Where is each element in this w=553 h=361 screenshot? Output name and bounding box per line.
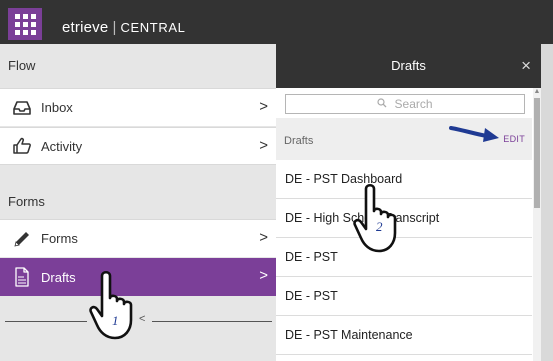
- nav-item-label: Inbox: [41, 100, 73, 115]
- nav-item-label: Drafts: [41, 269, 76, 285]
- thumbs-up-icon: [11, 137, 33, 155]
- annotation-step-1: 1: [112, 313, 119, 328]
- forms-heading: Forms: [8, 194, 45, 209]
- nav-item-label: Forms: [41, 231, 78, 246]
- chevron-right-icon: >: [259, 137, 268, 154]
- chevron-right-icon: >: [259, 98, 268, 115]
- drawer-scrollbar[interactable]: ▲: [533, 88, 541, 361]
- chevron-right-icon: >: [259, 267, 268, 284]
- pencil-icon: [11, 230, 33, 248]
- annotation-step-2: 2: [376, 219, 383, 234]
- close-icon[interactable]: ×: [521, 44, 531, 88]
- brand-product: CENTRAL: [120, 20, 186, 35]
- drawer-title: Drafts: [391, 58, 426, 73]
- grid-icon[interactable]: [8, 8, 42, 40]
- pointer-hand-icon: 2: [352, 183, 414, 260]
- brand-logo: etrieve | CENTRAL: [62, 19, 185, 36]
- nav-item-forms[interactable]: Forms >: [0, 219, 276, 257]
- document-icon: [11, 267, 33, 287]
- brand-separator: |: [112, 19, 117, 36]
- draft-item[interactable]: DE - PST Maintenance: [276, 316, 532, 355]
- pointer-hand-icon: 1: [88, 270, 150, 347]
- pager-line-left: [5, 321, 87, 322]
- search-placeholder: Search: [394, 97, 433, 111]
- pager-line-right: [152, 321, 272, 322]
- scroll-up-icon[interactable]: ▲: [533, 88, 541, 96]
- nav-item-label: Activity: [41, 138, 83, 154]
- inbox-icon: [11, 99, 33, 117]
- chevron-right-icon: >: [259, 229, 268, 246]
- scrollbar-thumb[interactable]: [534, 98, 540, 208]
- drawer-header: Drafts ×: [276, 44, 541, 88]
- edit-button[interactable]: EDIT: [503, 134, 525, 144]
- flow-heading: Flow: [8, 58, 36, 73]
- draft-item[interactable]: DE - PST: [276, 277, 532, 316]
- brand-logo-text: etrieve: [62, 19, 109, 36]
- search-input[interactable]: Search: [285, 94, 525, 114]
- page-edge: [541, 44, 553, 361]
- nav-item-inbox[interactable]: Inbox >: [0, 88, 276, 126]
- top-bar: etrieve | CENTRAL: [0, 0, 553, 44]
- drafts-list-label: Drafts: [284, 135, 314, 147]
- annotation-arrow-icon: [449, 122, 501, 149]
- nav-item-activity[interactable]: Activity >: [0, 127, 276, 165]
- search-icon: [377, 98, 390, 111]
